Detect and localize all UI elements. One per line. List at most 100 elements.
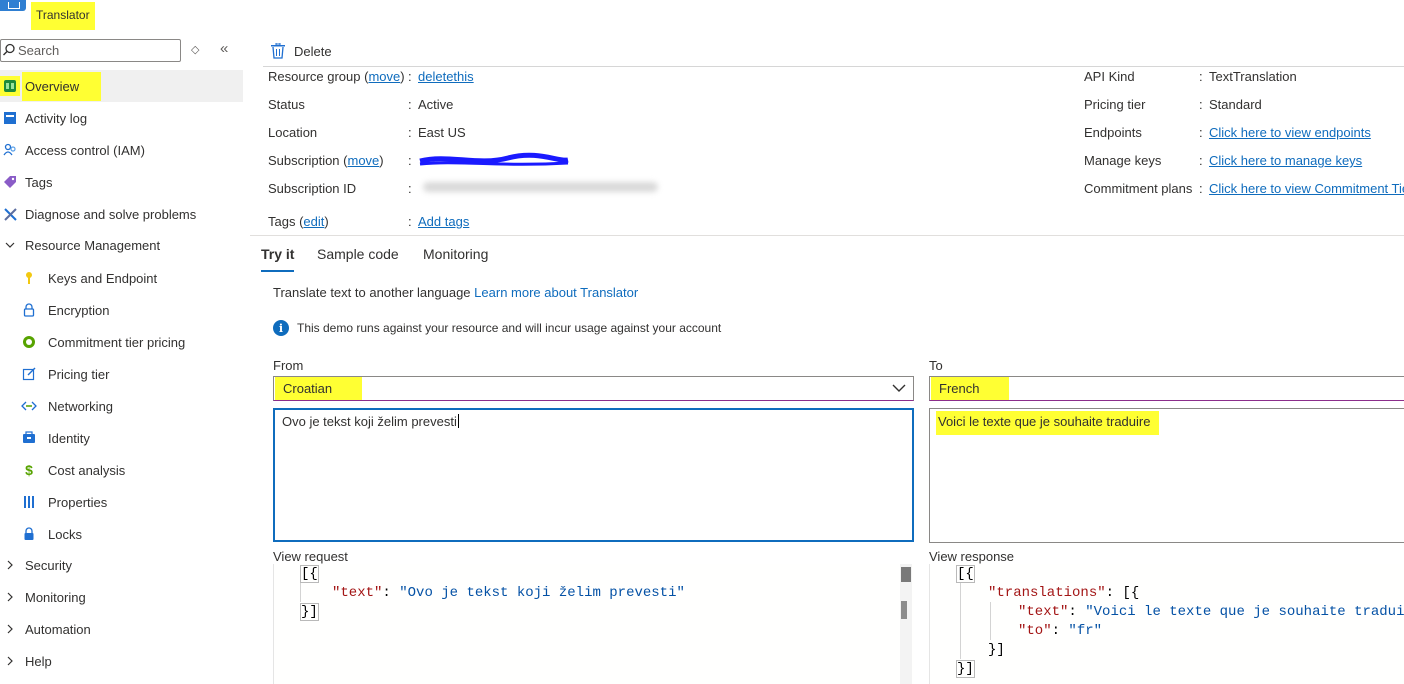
sidebar-item-pricing-tier[interactable]: Pricing tier xyxy=(0,358,243,390)
text-caret xyxy=(457,414,459,428)
manage-keys-link[interactable]: Click here to manage keys xyxy=(1209,153,1362,168)
properties-icon xyxy=(19,492,39,512)
sidebar-item-access-control[interactable]: Access control (IAM) xyxy=(0,134,243,166)
sidebar-item-properties[interactable]: Properties xyxy=(0,486,243,518)
from-language-select[interactable]: Croatian xyxy=(273,376,914,401)
wrench-icon xyxy=(0,204,20,224)
pricing-tier-icon xyxy=(19,364,39,384)
chevron-down-icon xyxy=(892,384,906,392)
status-label: Status xyxy=(268,97,305,112)
source-text: Ovo je tekst koji želim prevesti xyxy=(282,414,457,429)
response-inner-close: }] xyxy=(988,642,1005,658)
sidebar-item-label: Access control (IAM) xyxy=(25,142,145,158)
trash-icon xyxy=(271,43,285,59)
location-label: Location xyxy=(268,125,318,140)
translated-text-output: Voici le texte que je souhaite traduire xyxy=(929,408,1404,543)
status-value: Active xyxy=(418,97,454,112)
translated-text: Voici le texte que je souhaite traduire xyxy=(936,411,1160,435)
from-language-value: Croatian xyxy=(275,377,363,400)
view-request-label: View request xyxy=(273,549,348,564)
sidebar-item-encryption[interactable]: Encryption xyxy=(0,294,243,326)
tag-icon xyxy=(0,172,20,192)
sidebar-item-commitment-tier-pricing[interactable]: Commitment tier pricing xyxy=(0,326,243,358)
sidebar-item-identity[interactable]: Identity xyxy=(0,422,243,454)
sidebar-item-label: Resource Management xyxy=(25,237,161,253)
add-tags-link[interactable]: Add tags xyxy=(418,214,469,229)
search-input[interactable] xyxy=(18,42,178,59)
sidebar-item-activity-log[interactable]: Activity log xyxy=(0,102,243,134)
request-scrollbar-marker xyxy=(901,601,907,619)
response-translations-key: "translations" xyxy=(988,585,1106,601)
collapse-sidebar-icon[interactable]: « xyxy=(220,40,228,57)
api-kind-label: API Kind xyxy=(1084,69,1135,84)
view-response-label: View response xyxy=(929,549,1015,564)
move-subscription-link[interactable]: move xyxy=(348,153,380,168)
source-text-input[interactable]: Ovo je tekst koji želim prevesti xyxy=(273,408,914,542)
sidebar-item-label: Keys and Endpoint xyxy=(48,270,158,286)
info-icon: i xyxy=(273,320,289,336)
sidebar-group-automation[interactable]: Automation xyxy=(0,613,243,645)
search-icon xyxy=(3,43,15,56)
key-icon xyxy=(19,268,39,288)
tab-monitoring[interactable]: Monitoring xyxy=(423,246,488,272)
delete-button[interactable]: Delete xyxy=(271,40,332,62)
commitment-icon xyxy=(19,332,39,352)
sidebar-item-label: Monitoring xyxy=(25,589,86,605)
response-to-key: "to" xyxy=(1018,623,1052,639)
sidebar-group-security[interactable]: Security xyxy=(0,549,243,581)
tags-label: Tags (edit) xyxy=(268,214,329,229)
sidebar-group-help[interactable]: Help xyxy=(0,645,243,677)
response-code-editor[interactable]: [{ "translations": [{ "text": "Voici le … xyxy=(929,564,1404,684)
move-resource-group-link[interactable]: move xyxy=(368,69,400,84)
sidebar-item-label: Help xyxy=(25,653,52,669)
to-language-select[interactable]: French xyxy=(929,376,1404,401)
sidebar-item-networking[interactable]: Networking xyxy=(0,390,243,422)
search-options-icon[interactable]: ◇ xyxy=(191,43,199,56)
request-open-bracket: [{ xyxy=(300,565,319,583)
search-box[interactable] xyxy=(0,39,181,62)
chevron-right-icon xyxy=(0,651,20,671)
learn-more-link[interactable]: Learn more about Translator xyxy=(474,285,638,300)
edit-tags-link[interactable]: edit xyxy=(303,214,324,229)
blurred-subscription-id xyxy=(423,182,658,192)
response-text-value: "Voici le texte que je souhaite traduire… xyxy=(1085,604,1404,620)
manage-keys-label: Manage keys xyxy=(1084,153,1162,168)
subscription-label: Subscription (move) xyxy=(268,153,384,168)
sidebar-group-monitoring[interactable]: Monitoring xyxy=(0,581,243,613)
endpoints-label: Endpoints xyxy=(1084,125,1142,140)
chevron-right-icon xyxy=(0,587,20,607)
view-commitment-tiers-link[interactable]: Click here to view Commitment Tie xyxy=(1209,181,1404,196)
request-close-bracket: }] xyxy=(300,603,319,621)
chevron-right-icon xyxy=(0,555,20,575)
redacted-subscription-value[interactable] xyxy=(418,152,570,170)
pricing-tier-label: Pricing tier xyxy=(1084,97,1146,112)
sidebar-item-tags[interactable]: Tags xyxy=(0,166,243,198)
delete-label: Delete xyxy=(294,43,332,59)
sidebar-item-cost-analysis[interactable]: $ Cost analysis xyxy=(0,454,243,486)
request-scrollbar-thumb[interactable] xyxy=(901,567,911,582)
sidebar-item-label: Activity log xyxy=(25,110,88,126)
sidebar-item-label: Encryption xyxy=(48,302,110,318)
sidebar-item-diagnose[interactable]: Diagnose and solve problems xyxy=(0,198,243,230)
sidebar-item-label: Commitment tier pricing xyxy=(48,334,186,350)
tab-try-it[interactable]: Try it xyxy=(261,246,295,272)
sidebar-item-label: Tags xyxy=(25,174,53,190)
request-code-editor[interactable]: [{ "text": "Ovo je tekst koji želim prev… xyxy=(273,564,914,684)
sidebar-item-keys-endpoint[interactable]: Keys and Endpoint xyxy=(0,262,243,294)
resource-group-value-link[interactable]: deletethis xyxy=(418,69,474,84)
sidebar-item-overview[interactable]: Overview xyxy=(0,70,243,102)
lock-icon xyxy=(19,524,39,544)
tab-sample-code[interactable]: Sample code xyxy=(317,246,399,272)
view-endpoints-link[interactable]: Click here to view endpoints xyxy=(1209,125,1371,140)
sidebar-item-label: Networking xyxy=(48,398,114,414)
sidebar-item-locks[interactable]: Locks xyxy=(0,518,243,550)
identity-icon xyxy=(19,428,39,448)
toolbar-divider xyxy=(263,66,1404,67)
sidebar-group-resource-management[interactable]: Resource Management xyxy=(0,229,243,261)
main-content: Delete Resource group (move) : deletethi… xyxy=(243,36,1404,684)
response-text-key: "text" xyxy=(1018,604,1069,620)
chevron-right-icon xyxy=(0,619,20,639)
chevron-down-icon xyxy=(0,235,20,255)
sidebar: ◇ « Overview Activity log Access control… xyxy=(0,36,243,684)
sidebar-item-label: Pricing tier xyxy=(48,366,110,382)
